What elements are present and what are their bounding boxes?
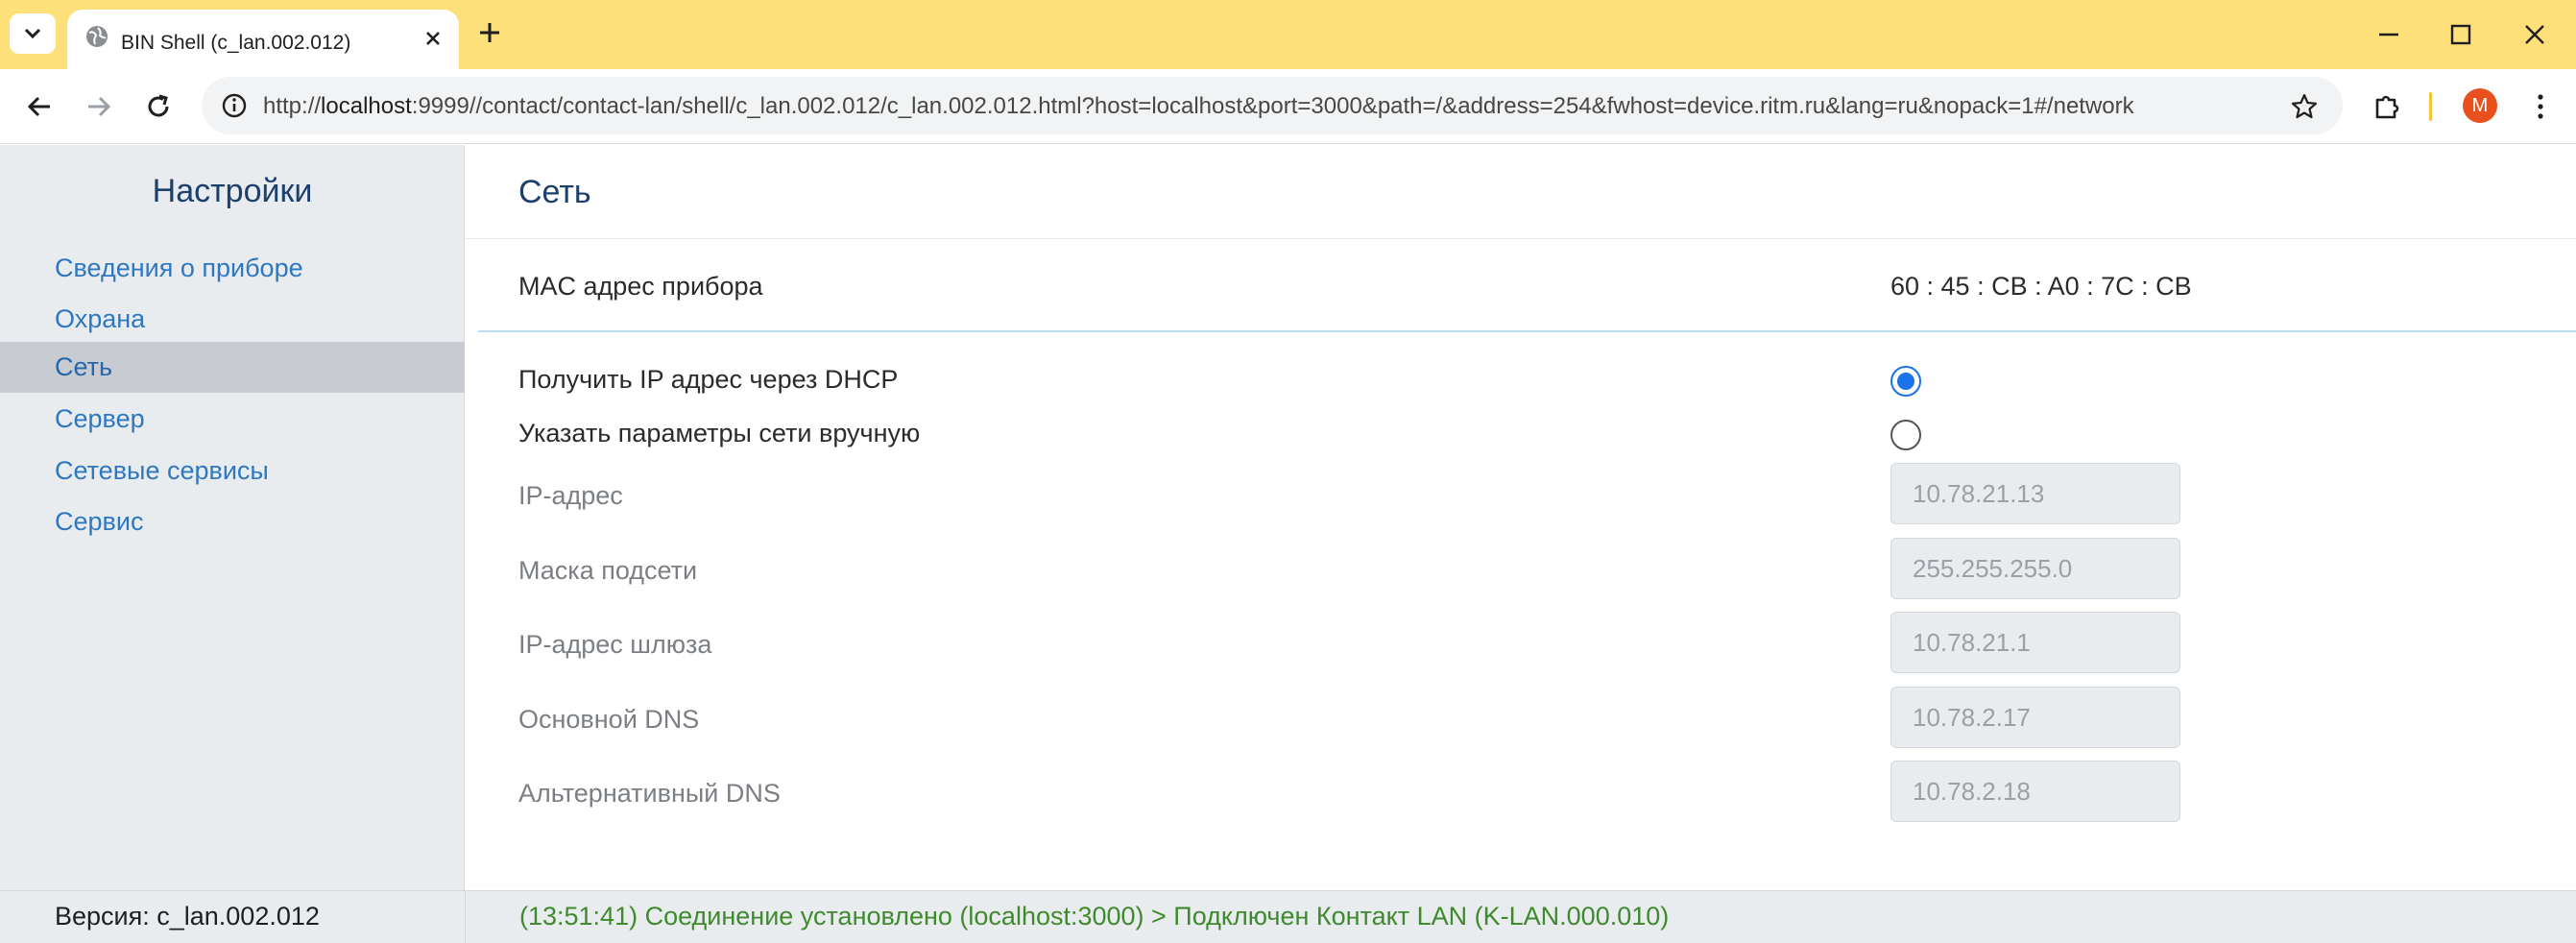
settings-sidebar: Настройки Сведения о приборе Охрана Сеть… <box>0 145 465 890</box>
maximize-icon[interactable] <box>2445 19 2476 50</box>
browser-titlebar: BIN Shell (c_lan.002.012) <box>0 0 2576 69</box>
url-scheme: http:// <box>263 93 322 119</box>
connection-status: (13:51:41) Соединение установлено (local… <box>519 902 1670 931</box>
address-bar[interactable]: http://localhost:9999//contact/contact-l… <box>202 77 2343 134</box>
primary-dns-input[interactable]: 10.78.2.17 <box>1890 687 2180 748</box>
divider <box>466 238 2576 239</box>
star-icon[interactable] <box>2289 91 2320 122</box>
sidebar-item-network-services[interactable]: Сетевые сервисы <box>0 446 465 496</box>
url-text[interactable]: http://localhost:9999//contact/contact-l… <box>263 93 2134 120</box>
browser-tab[interactable]: BIN Shell (c_lan.002.012) <box>67 10 459 69</box>
dhcp-radio[interactable] <box>1890 366 1921 397</box>
mac-address-label: MAC адрес прибора <box>518 272 763 301</box>
dhcp-option-label[interactable]: Получить IP адрес через DHCP <box>518 365 898 395</box>
subnet-mask-label: Маска подсети <box>518 556 698 585</box>
page-title: Сеть <box>518 174 591 210</box>
ip-address-input[interactable]: 10.78.21.13 <box>1890 463 2180 524</box>
globe-icon <box>86 26 108 47</box>
profile-avatar[interactable]: M <box>2463 88 2497 123</box>
subnet-mask-input[interactable]: 255.255.255.0 <box>1890 538 2180 599</box>
mac-address-value: 60 : 45 : CB : A0 : 7C : CB <box>1890 272 2192 301</box>
alternate-dns-input[interactable]: 10.78.2.18 <box>1890 761 2180 822</box>
tab-search-button[interactable] <box>10 13 56 54</box>
sidebar-item-network[interactable]: Сеть <box>0 342 465 393</box>
more-vertical-icon[interactable] <box>2531 90 2550 123</box>
minimize-icon[interactable] <box>2373 19 2404 50</box>
divider <box>478 330 2576 332</box>
manual-option-label[interactable]: Указать параметры сети вручную <box>518 419 920 448</box>
chevron-down-icon <box>24 28 41 39</box>
url-path: :9999//contact/contact-lan/shell/c_lan.0… <box>411 93 2134 119</box>
info-icon[interactable] <box>219 90 250 121</box>
sidebar-item-security[interactable]: Охрана <box>0 294 465 345</box>
manual-radio[interactable] <box>1890 420 1921 450</box>
sidebar-item-device-info[interactable]: Сведения о приборе <box>0 243 465 294</box>
tab-title: BIN Shell (c_lan.002.012) <box>121 32 351 54</box>
window-close-icon[interactable] <box>2519 19 2550 50</box>
gateway-label: IP-адрес шлюза <box>518 630 712 659</box>
browser-toolbar: http://localhost:9999//contact/contact-l… <box>0 69 2576 144</box>
status-bar: (13:51:41) Соединение установлено (local… <box>465 891 2576 943</box>
toolbar-divider <box>2429 92 2432 121</box>
alternate-dns-label: Альтернативный DNS <box>518 779 781 808</box>
version-label: Версия: c_lan.002.012 <box>55 902 320 931</box>
gateway-input[interactable]: 10.78.21.1 <box>1890 612 2180 673</box>
plus-icon[interactable] <box>472 15 507 50</box>
sidebar-title: Настройки <box>152 173 313 209</box>
close-icon[interactable] <box>419 24 447 53</box>
network-settings-panel: Сеть MAC адрес прибора 60 : 45 : CB : A0… <box>466 145 2576 890</box>
back-arrow-icon[interactable] <box>23 90 56 123</box>
primary-dns-label: Основной DNS <box>518 705 700 734</box>
sidebar-item-service[interactable]: Сервис <box>0 496 465 547</box>
reload-icon[interactable] <box>142 90 175 123</box>
forward-arrow-icon[interactable] <box>83 90 115 123</box>
footer: Версия: c_lan.002.012 (13:51:41) Соедине… <box>0 890 2576 943</box>
sidebar-item-server[interactable]: Сервер <box>0 394 465 445</box>
url-host: localhost <box>321 93 412 119</box>
ip-address-label: IP-адрес <box>518 481 623 510</box>
extensions-icon[interactable] <box>2371 90 2404 123</box>
